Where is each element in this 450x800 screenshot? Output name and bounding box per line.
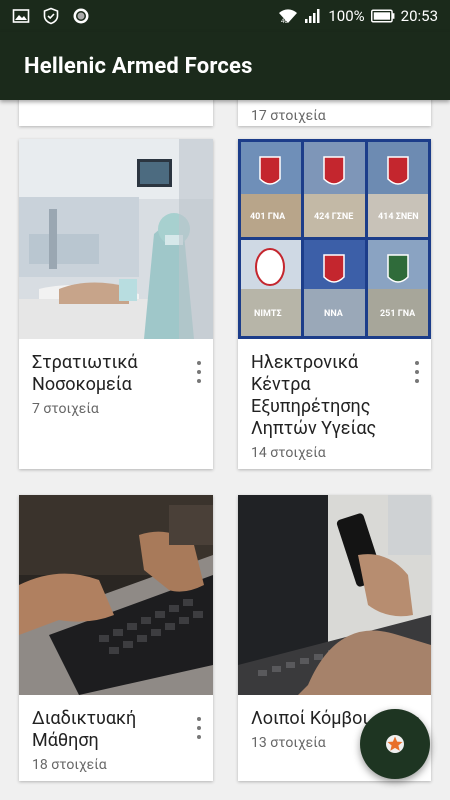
card-electronic-service-centers[interactable]: 401 ΓΝΑ 424 ΓΣΝΕ 414 ΣΝΕΝ ΝΙΜΤΣ ΝΝΑ 251 … (238, 139, 431, 469)
partial-card-left[interactable] (19, 100, 213, 126)
battery-icon (370, 9, 395, 23)
partial-card-right[interactable]: 17 στοιχεία (238, 100, 431, 126)
card-count: 13 στοιχεία (251, 735, 326, 751)
more-options-icon[interactable] (195, 361, 203, 383)
card-military-hospitals[interactable]: Στρατιωτικά Νοσοκομεία 7 στοιχεία (19, 139, 213, 469)
app-bar: Hellenic Armed Forces (0, 32, 450, 100)
card-title: Ηλεκτρονικά Κέντρα Εξυπηρέτησης Ληπτών Υ… (251, 352, 377, 439)
card-count: 18 στοιχεία (32, 757, 107, 773)
status-bar: 46 100% 20:53 (0, 0, 450, 32)
signal-icon (305, 9, 320, 23)
star-icon (386, 735, 404, 753)
phone-laptop-image (238, 495, 431, 695)
collage-label: ΝΝΑ (324, 309, 343, 319)
hospital-room-image (19, 139, 213, 339)
card-count: 7 στοιχεία (32, 401, 99, 417)
battery-percent: 100% (328, 7, 365, 25)
hospitals-collage-image: 401 ΓΝΑ 424 ΓΣΝΕ 414 ΣΝΕΝ ΝΙΜΤΣ ΝΝΑ 251 … (238, 139, 431, 339)
card-e-learning[interactable]: Διαδικτυακή Μάθηση 18 στοιχεία (19, 495, 213, 781)
more-options-icon[interactable] (195, 717, 203, 739)
category-grid[interactable]: 17 στοιχεία Στρατιωτικά Νοσοκομεία 7 στο… (0, 100, 450, 800)
app-title: Hellenic Armed Forces (24, 53, 253, 79)
card-count: 17 στοιχεία (251, 108, 326, 124)
more-options-icon[interactable] (413, 361, 421, 383)
collage-label: 251 ΓΝΑ (380, 309, 416, 319)
card-title: Στρατιωτικά Νοσοκομεία (32, 352, 138, 395)
circle-icon (73, 8, 89, 24)
collage-label: ΝΙΜΤΣ (254, 309, 282, 319)
svg-text:46: 46 (281, 19, 288, 25)
collage-label: 424 ΓΣΝΕ (314, 212, 354, 222)
clock: 20:53 (400, 7, 438, 25)
favorites-fab[interactable] (360, 709, 430, 779)
card-title: Διαδικτυακή Μάθηση (32, 708, 137, 751)
shield-icon (43, 7, 59, 25)
collage-label: 414 ΣΝΕΝ (378, 212, 419, 222)
collage-label: 401 ΓΝΑ (250, 212, 286, 222)
card-title: Λοιποί Κόμβοι (251, 708, 369, 729)
laptop-typing-image (19, 495, 213, 695)
wifi-icon: 46 (279, 9, 298, 25)
image-icon (12, 9, 30, 23)
card-count: 14 στοιχεία (251, 445, 326, 461)
